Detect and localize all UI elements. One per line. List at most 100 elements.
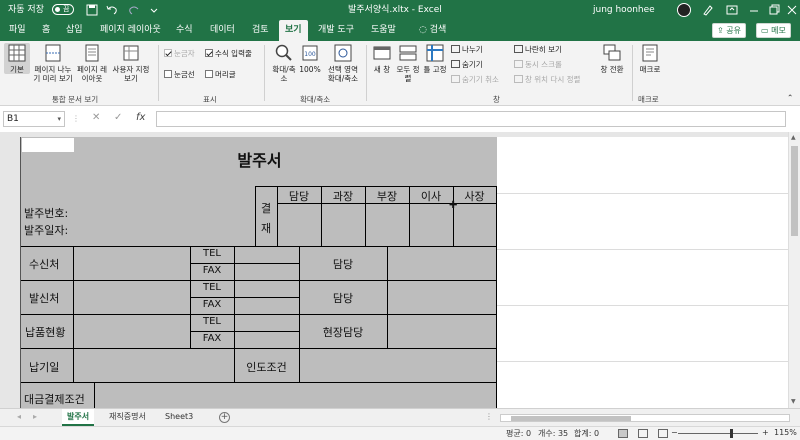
headings-checkbox[interactable]: 머리글 bbox=[205, 70, 236, 80]
tab-home[interactable]: 홈 bbox=[42, 20, 50, 41]
view-side-by-side-button[interactable]: 나란히 보기 bbox=[514, 45, 562, 55]
sheet-tab-sheet3[interactable]: Sheet3 bbox=[160, 409, 198, 426]
tab-review[interactable]: 검토 bbox=[252, 20, 269, 41]
custom-views-button[interactable]: 사용자 지정 보기 bbox=[110, 43, 152, 83]
memo-label: 메모 bbox=[771, 26, 786, 35]
save-icon[interactable] bbox=[84, 2, 100, 18]
lightbulb-icon: ◌ bbox=[419, 25, 430, 35]
tab-help[interactable]: 도움말 bbox=[371, 20, 396, 41]
zoom-to-selection-button[interactable]: 선택 영역 확대/축소 bbox=[324, 43, 362, 83]
zoom-out-icon[interactable]: − bbox=[671, 428, 678, 437]
minimize-icon[interactable] bbox=[746, 2, 762, 18]
tab-file[interactable]: 파일 bbox=[9, 20, 26, 41]
order-form[interactable]: 발주서 결 재 담당 과장 부장 이사 사장 발주번호: 발주일자: 수신처 발… bbox=[20, 137, 497, 408]
tab-split-handle[interactable]: ⋮ bbox=[480, 409, 498, 426]
due-date-label: 납기일 bbox=[29, 361, 60, 374]
status-sum: 합계: 0 bbox=[574, 429, 600, 438]
unhide-button[interactable]: 숨기기 취소 bbox=[451, 75, 499, 85]
hide-button[interactable]: 숨기기 bbox=[451, 60, 483, 70]
ribbon-separator bbox=[158, 45, 159, 101]
switch-windows-icon bbox=[602, 43, 622, 63]
freeze-panes-button[interactable]: 틀 고정 bbox=[422, 43, 448, 74]
approval-char-2: 재 bbox=[261, 222, 272, 235]
worksheet-area[interactable]: 발주서 결 재 담당 과장 부장 이사 사장 발주번호: 발주일자: 수신처 발… bbox=[0, 132, 788, 408]
zoom-slider-thumb[interactable] bbox=[730, 429, 733, 438]
comments-button[interactable]: ▭ 메모 bbox=[756, 23, 791, 38]
zoom-slider-track[interactable] bbox=[678, 433, 758, 434]
scroll-up-icon[interactable]: ▲ bbox=[791, 134, 796, 141]
page-layout-icon bbox=[82, 43, 102, 63]
page-layout-view-button[interactable]: 페이지 레이아웃 bbox=[76, 43, 108, 83]
hscroll-thumb[interactable] bbox=[511, 416, 631, 421]
ruler-checkbox[interactable]: 눈금자 bbox=[164, 49, 195, 59]
arrange-all-icon bbox=[398, 43, 418, 63]
border-line bbox=[190, 331, 300, 332]
page-break-status-icon[interactable] bbox=[658, 429, 668, 438]
tab-insert[interactable]: 삽입 bbox=[66, 20, 83, 41]
autosave-toggle[interactable]: 끔 bbox=[52, 4, 74, 15]
undo-icon[interactable] bbox=[104, 2, 120, 18]
comment-icon: ▭ bbox=[761, 26, 772, 35]
new-window-button[interactable]: 새 창 bbox=[370, 43, 394, 74]
customize-qat-icon[interactable] bbox=[146, 2, 162, 18]
normal-view-button[interactable]: 기본 bbox=[4, 43, 30, 74]
arrange-all-button[interactable]: 모두 정렬 bbox=[396, 43, 420, 83]
redo-icon[interactable] bbox=[126, 2, 142, 18]
tab-developer[interactable]: 개발 도구 bbox=[318, 20, 354, 41]
next-sheet-icon[interactable]: ▸ bbox=[28, 409, 42, 426]
page-outside-print-area[interactable] bbox=[497, 137, 788, 408]
gridlines-checkbox[interactable]: 눈금선 bbox=[164, 70, 195, 80]
split-icon bbox=[451, 45, 460, 53]
collapse-ribbon-icon[interactable]: ⌃ bbox=[787, 93, 793, 103]
zoom-level[interactable]: 115% bbox=[774, 428, 797, 437]
ribbon-separator bbox=[632, 45, 633, 101]
tell-me-search[interactable]: ◌ 검색 bbox=[419, 20, 446, 41]
tab-data[interactable]: 데이터 bbox=[210, 20, 235, 41]
ribbon-display-icon[interactable] bbox=[724, 2, 740, 18]
zoom-100-button[interactable]: 100 100% bbox=[298, 43, 322, 74]
scroll-down-icon[interactable]: ▼ bbox=[791, 398, 796, 405]
normal-view-status-icon[interactable] bbox=[618, 429, 628, 438]
name-box[interactable]: B1 ▾ bbox=[3, 111, 65, 127]
gridline bbox=[497, 305, 788, 306]
insert-function-icon[interactable]: fx bbox=[136, 112, 145, 123]
pen-icon[interactable] bbox=[700, 2, 716, 18]
prev-sheet-icon[interactable]: ◂ bbox=[12, 409, 26, 426]
group-label-zoom: 확대/축소 bbox=[300, 95, 331, 104]
add-sheet-icon[interactable]: + bbox=[219, 412, 230, 423]
border-line bbox=[255, 186, 256, 246]
macros-button[interactable]: 매크로 bbox=[637, 43, 663, 74]
switch-windows-button[interactable]: 창 전환 bbox=[598, 43, 626, 74]
zoom-in-icon[interactable]: + bbox=[762, 428, 769, 437]
headings-label: 머리글 bbox=[215, 70, 236, 79]
tel-label: TEL bbox=[203, 282, 221, 293]
tab-view[interactable]: 보기 bbox=[279, 20, 308, 41]
fax-label: FAX bbox=[202, 265, 222, 276]
payment-terms-label: 대금결제조건 bbox=[24, 393, 85, 406]
tab-page-layout[interactable]: 페이지 레이아웃 bbox=[100, 20, 161, 41]
page-layout-status-icon[interactable] bbox=[638, 429, 648, 438]
sheet-tab-employment-cert[interactable]: 재직증명서 bbox=[104, 409, 151, 426]
sheet-tab-order[interactable]: 발주서 bbox=[62, 409, 95, 426]
avatar[interactable] bbox=[677, 3, 691, 17]
scroll-thumb[interactable] bbox=[791, 146, 798, 236]
close-icon[interactable] bbox=[784, 2, 800, 18]
enter-icon[interactable]: ✓ bbox=[114, 112, 122, 123]
sync-scroll-label: 동시 스크롤 bbox=[525, 60, 562, 69]
vertical-scrollbar[interactable]: ▲ ▼ bbox=[788, 132, 800, 408]
page-break-preview-button[interactable]: 페이지 나누기 미리 보기 bbox=[32, 43, 74, 83]
zoom-label: 확대/축소 bbox=[272, 65, 296, 83]
formula-input[interactable] bbox=[156, 111, 786, 127]
checkbox-icon bbox=[164, 49, 172, 57]
zoom-button[interactable]: 확대/축소 bbox=[270, 43, 298, 83]
horizontal-scrollbar[interactable] bbox=[500, 414, 790, 422]
cancel-icon[interactable]: ✕ bbox=[92, 112, 100, 123]
reset-position-button[interactable]: 창 위치 다시 정렬 bbox=[514, 75, 580, 85]
tab-formulas[interactable]: 수식 bbox=[176, 20, 193, 41]
split-button[interactable]: 나누기 bbox=[451, 45, 483, 55]
restore-icon[interactable] bbox=[766, 2, 782, 18]
formula-bar-checkbox[interactable]: 수식 입력줄 bbox=[205, 49, 252, 59]
svg-text:100: 100 bbox=[304, 51, 316, 58]
share-button[interactable]: ⇪ 공유 bbox=[712, 23, 746, 38]
sync-scroll-button[interactable]: 동시 스크롤 bbox=[514, 60, 562, 70]
